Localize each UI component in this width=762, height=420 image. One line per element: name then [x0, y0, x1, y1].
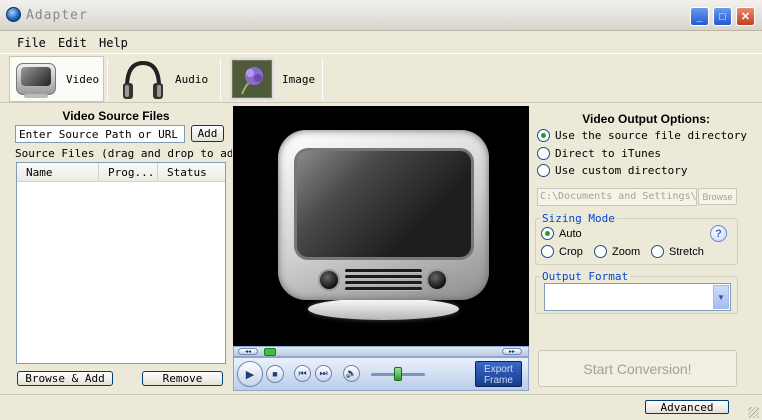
radio-button[interactable]: [541, 227, 554, 240]
previous-icon: ⏮: [298, 368, 307, 378]
menu-bar: File Edit Help: [0, 31, 762, 53]
radio-button[interactable]: [537, 164, 550, 177]
menu-help[interactable]: Help: [99, 36, 128, 50]
column-progress[interactable]: Prog...: [99, 163, 158, 182]
directory-browse-button: Browse: [698, 188, 737, 205]
divider: [220, 58, 221, 100]
start-conversion-button: Start Conversion!: [538, 350, 737, 387]
resize-grip-icon[interactable]: [748, 407, 759, 418]
radio-itunes[interactable]: Direct to iTunes: [537, 147, 661, 160]
menu-file[interactable]: File: [17, 36, 46, 50]
sizing-mode-legend: Sizing Mode: [540, 212, 617, 225]
play-button[interactable]: ▶: [237, 361, 263, 387]
maximize-button[interactable]: □: [713, 7, 732, 26]
seek-thumb[interactable]: [264, 348, 276, 356]
radio-source-directory[interactable]: Use the source file directory: [537, 129, 747, 142]
headphones-icon: [123, 60, 163, 99]
radio-label: Use custom directory: [555, 164, 688, 177]
help-icon[interactable]: ?: [710, 225, 727, 242]
minimize-button[interactable]: _: [690, 7, 709, 26]
player-controls: ▶ ■ ⏮ ⏭ 🔈 Export Frame: [233, 357, 529, 391]
close-button[interactable]: ✕: [736, 7, 755, 26]
export-label-line-1: Export: [484, 364, 513, 375]
video-preview: [233, 106, 529, 346]
browse-add-button[interactable]: Browse & Add: [17, 371, 113, 386]
tv-placeholder-icon: [278, 130, 489, 327]
stop-icon: ■: [272, 369, 278, 379]
source-file-list[interactable]: Name Prog... Status: [16, 162, 226, 364]
sizing-auto[interactable]: Auto: [541, 227, 582, 240]
sizing-stretch[interactable]: Stretch: [651, 245, 704, 258]
speaker-icon: 🔈: [345, 368, 358, 378]
tab-video[interactable]: Video: [9, 56, 104, 102]
divider: [322, 58, 323, 100]
add-button[interactable]: Add: [191, 125, 224, 142]
list-header: Name Prog... Status: [17, 163, 225, 182]
fast-forward-icon[interactable]: ▸▸: [502, 348, 522, 355]
source-path-input[interactable]: [15, 125, 185, 143]
menu-edit[interactable]: Edit: [58, 36, 87, 50]
radio-label: Crop: [559, 245, 583, 258]
app-icon: [6, 7, 21, 22]
sizing-zoom[interactable]: Zoom: [594, 245, 640, 258]
rewind-icon[interactable]: ◂◂: [238, 348, 258, 355]
output-format-legend: Output Format: [540, 270, 631, 283]
sizing-crop[interactable]: Crop: [541, 245, 583, 258]
tv-icon: [14, 60, 58, 98]
source-title: Video Source Files: [62, 109, 170, 123]
tab-image-label: Image: [282, 72, 316, 86]
seek-bar[interactable]: ◂◂ ▸▸: [233, 346, 529, 357]
tab-video-label: Video: [66, 72, 100, 86]
next-button[interactable]: ⏭: [315, 365, 332, 382]
mute-button[interactable]: 🔈: [343, 365, 360, 382]
radio-button[interactable]: [541, 245, 554, 258]
radio-custom-directory[interactable]: Use custom directory: [537, 164, 687, 177]
minimize-icon: _: [696, 10, 703, 23]
volume-thumb[interactable]: [394, 367, 402, 381]
stop-button[interactable]: ■: [266, 365, 284, 383]
tab-audio[interactable]: Audio: [115, 56, 215, 102]
radio-button[interactable]: [537, 147, 550, 160]
chevron-down-icon[interactable]: ▼: [713, 285, 729, 309]
status-bar: Advanced: [0, 394, 762, 420]
custom-directory-input: C:\Documents and Settings\: [537, 188, 697, 206]
radio-label: Zoom: [612, 245, 641, 258]
export-label-line-2: Frame: [484, 375, 513, 386]
column-name[interactable]: Name: [17, 163, 99, 182]
radio-label: Use the source file directory: [555, 129, 748, 142]
remove-button[interactable]: Remove: [142, 371, 223, 386]
output-format-select[interactable]: ▼: [544, 283, 731, 311]
radio-label: Auto: [559, 227, 582, 240]
window-title: Adapter: [26, 8, 88, 23]
mode-bar: Video Audio Image: [0, 53, 762, 103]
source-hint: Source Files (drag and drop to add more: [15, 147, 232, 160]
flower-photo-icon: [230, 58, 274, 100]
radio-label: Direct to iTunes: [555, 147, 661, 160]
divider: [107, 58, 108, 100]
radio-button[interactable]: [537, 129, 550, 142]
export-frame-button[interactable]: Export Frame: [475, 361, 522, 387]
close-icon: ✕: [740, 11, 751, 23]
advanced-button[interactable]: Advanced: [645, 400, 729, 414]
radio-label: Stretch: [669, 245, 704, 258]
output-options-title: Video Output Options:: [582, 112, 710, 126]
radio-button[interactable]: [651, 245, 664, 258]
tab-image[interactable]: Image: [226, 56, 321, 102]
column-status[interactable]: Status: [158, 163, 225, 182]
maximize-icon: □: [719, 10, 726, 23]
tab-audio-label: Audio: [175, 72, 209, 86]
radio-button[interactable]: [594, 245, 607, 258]
previous-button[interactable]: ⏮: [294, 365, 311, 382]
play-icon: ▶: [245, 368, 255, 381]
next-icon: ⏭: [319, 368, 328, 378]
title-bar: Adapter _ □ ✕: [0, 0, 762, 31]
